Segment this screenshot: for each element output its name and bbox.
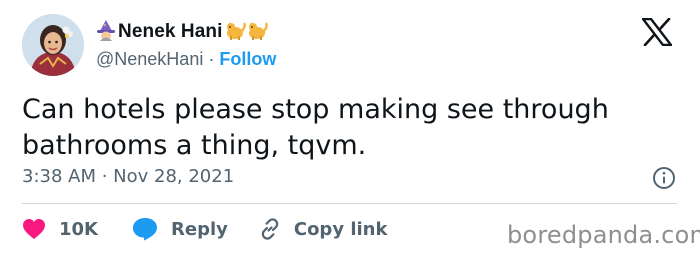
avatar-image [22, 14, 84, 76]
copy-link-button[interactable]: Copy link [258, 217, 388, 241]
tweet-card: Nenek Hani @NenekHani · Follow Can hotel… [0, 0, 700, 256]
cat-emoji-icon [246, 20, 269, 45]
like-count: 10K [59, 218, 98, 240]
reply-button[interactable]: Reply [132, 217, 228, 241]
heart-icon [23, 219, 45, 239]
user-handle[interactable]: @NenekHani [96, 49, 203, 70]
display-name-row: Nenek Hani [96, 19, 269, 46]
avatar[interactable] [22, 14, 84, 76]
handle-row: @NenekHani · Follow [96, 49, 276, 70]
divider [22, 203, 677, 204]
display-name[interactable]: Nenek Hani [118, 21, 222, 43]
like-button[interactable]: 10K [22, 218, 98, 240]
link-icon [261, 218, 279, 240]
info-icon[interactable] [652, 166, 676, 190]
action-bar: 10K Reply Copy link [22, 214, 387, 244]
speech-bubble-icon [133, 218, 157, 241]
cat-emoji-icon [224, 20, 247, 45]
separator-dot: · [208, 49, 215, 69]
follow-button[interactable]: Follow [219, 49, 276, 70]
reply-label: Reply [171, 218, 228, 240]
watermark: boredpanda.com [507, 221, 700, 249]
timestamp[interactable]: 3:38 AM · Nov 28, 2021 [22, 166, 234, 187]
tweet-text: Can hotels please stop making see throug… [22, 94, 609, 161]
copy-link-label: Copy link [293, 218, 388, 240]
x-logo-icon[interactable] [641, 17, 673, 47]
witch-emoji-icon [96, 19, 116, 46]
